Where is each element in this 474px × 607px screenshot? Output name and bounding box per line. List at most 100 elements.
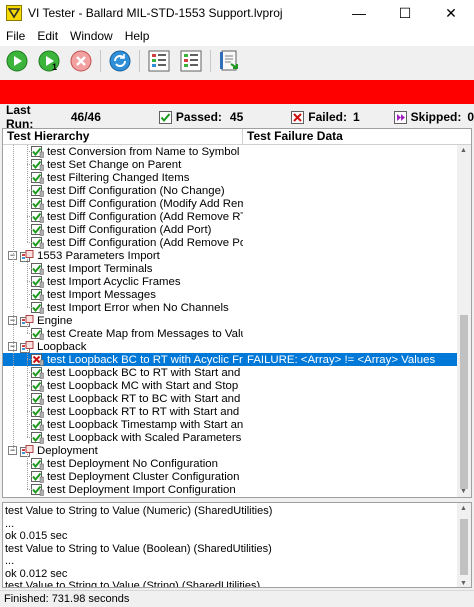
tree-row-failure-cell: FAILURE: <Array> != <Array> Values	[247, 353, 436, 366]
menu-edit[interactable]: Edit	[31, 29, 64, 43]
tree-test-row[interactable]: test Import Terminals	[3, 262, 458, 275]
column-header-failure-data[interactable]: Test Failure Data	[243, 129, 343, 144]
tree-rows: test Conversion from Name to Symbol test …	[3, 145, 458, 497]
scroll-up-arrow-icon[interactable]: ▲	[460, 147, 467, 154]
tree-test-row[interactable]: test Conversion from Name to Symbol	[3, 145, 458, 158]
tree-row-label: test Deployment Cluster Configuration	[47, 470, 240, 483]
column-header-hierarchy[interactable]: Test Hierarchy	[3, 129, 243, 144]
skipped-value: 0	[467, 110, 474, 124]
finished-status: Finished: 731.98 seconds	[0, 590, 474, 607]
tree-row-label: test Diff Configuration (Add Port)	[47, 223, 212, 236]
passed-value: 45	[229, 110, 244, 124]
run-button[interactable]	[4, 48, 30, 74]
tree-row-label: 1553 Parameters Import	[37, 249, 160, 262]
menu-help[interactable]: Help	[119, 29, 156, 43]
tree-group-row[interactable]: − Engine	[3, 314, 458, 327]
close-button[interactable]: ✕	[428, 0, 474, 26]
toolbar-separator	[210, 50, 211, 72]
test-passed-icon	[31, 457, 44, 470]
expand-all-button[interactable]	[146, 48, 172, 74]
tree-connector-line	[27, 190, 32, 191]
tree-group-row[interactable]: −1553 Parameters Import	[3, 249, 458, 262]
tree-test-row[interactable]: test Diff Configuration (Add Port)	[3, 223, 458, 236]
tree-row-name-cell: test Loopback with Scaled Parameters	[3, 431, 243, 444]
tree-row-name-cell: test Loopback RT to RT with Start and St…	[3, 405, 243, 418]
tree-row-label: test Loopback RT to RT with Start and St…	[47, 405, 243, 418]
tree-test-row[interactable]: test Diff Configuration (Add Remove RTs)	[3, 210, 458, 223]
refresh-icon	[109, 50, 131, 72]
toolbar-separator	[100, 50, 101, 72]
tree-connector-line	[27, 145, 28, 242]
title-bar: VI Tester - Ballard MIL-STD-1553 Support…	[0, 0, 474, 26]
test-passed-icon	[31, 418, 44, 431]
test-output-log[interactable]: test Value to String to Value (Numeric) …	[2, 502, 472, 588]
tree-test-row[interactable]: test Set Change on Parent	[3, 158, 458, 171]
tree-connector-line	[27, 385, 32, 386]
failed-summary: Failed: 1	[291, 110, 360, 124]
test-passed-icon	[31, 223, 44, 236]
tree-scroll-thumb[interactable]	[460, 315, 468, 489]
tree-row-label: test Import Error when No Channels	[47, 301, 229, 314]
menu-window[interactable]: Window	[64, 29, 119, 43]
log-vertical-scrollbar[interactable]: ▲ ▼	[457, 503, 471, 587]
tree-connector-line	[27, 359, 32, 360]
test-passed-icon	[31, 483, 44, 496]
tree-test-row[interactable]: test Create Map from Messages to Value I…	[3, 327, 458, 340]
tree-connector-line	[27, 203, 32, 204]
tree-connector-line	[27, 307, 32, 308]
tree-row-name-cell: test Loopback BC to RT with Acyclic Fram…	[3, 353, 243, 366]
tree-connector-line	[27, 151, 32, 152]
tree-test-row[interactable]: test Filtering Changed Items	[3, 171, 458, 184]
run-selected-button[interactable]: 1	[36, 48, 62, 74]
tree-connector-line	[27, 398, 32, 399]
play-icon	[6, 50, 28, 72]
tree-connector-line	[27, 268, 32, 269]
tree-test-row[interactable]: test Diff Configuration (No Change)	[3, 184, 458, 197]
export-report-button[interactable]	[217, 48, 243, 74]
log-line: test Value to String to Value (Boolean) …	[5, 542, 272, 555]
tree-test-row[interactable]: test Import Error when No Channels	[3, 301, 458, 314]
tree-row-name-cell: test Loopback Timestamp with Start and S…	[3, 418, 243, 431]
scroll-up-arrow-icon[interactable]: ▲	[460, 505, 467, 512]
scroll-down-arrow-icon[interactable]: ▼	[460, 580, 467, 587]
menu-file[interactable]: File	[0, 29, 31, 43]
tree-test-row[interactable]: test Deployment Cluster Configuration	[3, 470, 458, 483]
tree-test-row[interactable]: test Loopback MC with Start and Stop	[3, 379, 458, 392]
log-line: ...	[5, 555, 15, 567]
scroll-down-arrow-icon[interactable]: ▼	[460, 488, 467, 495]
tree-connector-line	[27, 259, 28, 307]
tree-test-row[interactable]: test Deployment Import Configuration	[3, 483, 458, 496]
tree-row-name-cell: test Diff Configuration (Modify Add Remo…	[3, 197, 243, 210]
tree-test-row[interactable]: test Loopback BC to RT with Start and St…	[3, 366, 458, 379]
tree-row-label: test Deployment No Configuration	[47, 457, 218, 470]
tree-test-row[interactable]: test Loopback RT to BC with Start and St…	[3, 392, 458, 405]
tree-group-row[interactable]: − Deployment	[3, 444, 458, 457]
minimize-button[interactable]: —	[336, 0, 382, 26]
log-scroll-thumb[interactable]	[460, 519, 468, 575]
tree-row-name-cell: − Engine	[3, 314, 243, 327]
test-passed-icon	[31, 327, 44, 340]
abort-button[interactable]	[68, 48, 94, 74]
tree-test-row[interactable]: test Loopback BC to RT with Acyclic Fram…	[3, 353, 458, 366]
last-run-value: 46/46	[70, 110, 101, 124]
tree-group-row[interactable]: − Loopback	[3, 340, 458, 353]
tree-connector-line	[27, 294, 32, 295]
test-hierarchy-tree[interactable]: Test Hierarchy Test Failure Data test Co…	[2, 128, 472, 498]
maximize-button[interactable]: ☐	[382, 0, 428, 26]
tree-test-row[interactable]: test Import Acyclic Frames	[3, 275, 458, 288]
tree-test-row[interactable]: test Diff Configuration (Modify Add Remo…	[3, 197, 458, 210]
failed-label: Failed:	[308, 110, 347, 124]
test-passed-icon	[31, 405, 44, 418]
tree-connector-line	[27, 164, 32, 165]
log-line: ok 0.015 sec	[5, 530, 68, 542]
refresh-button[interactable]	[107, 48, 133, 74]
tree-test-row[interactable]: test Loopback with Scaled Parameters	[3, 431, 458, 444]
tree-test-row[interactable]: test Deployment No Configuration	[3, 457, 458, 470]
tree-test-row[interactable]: test Loopback RT to RT with Start and St…	[3, 405, 458, 418]
tree-test-row[interactable]: test Diff Configuration (Add Remove Port…	[3, 236, 458, 249]
tree-test-row[interactable]: test Loopback Timestamp with Start and S…	[3, 418, 458, 431]
tree-row-name-cell: test Deployment Import Configuration	[3, 483, 243, 496]
tree-test-row[interactable]: test Import Messages	[3, 288, 458, 301]
tree-vertical-scrollbar[interactable]: ▲ ▼	[457, 145, 471, 497]
collapse-all-button[interactable]	[178, 48, 204, 74]
